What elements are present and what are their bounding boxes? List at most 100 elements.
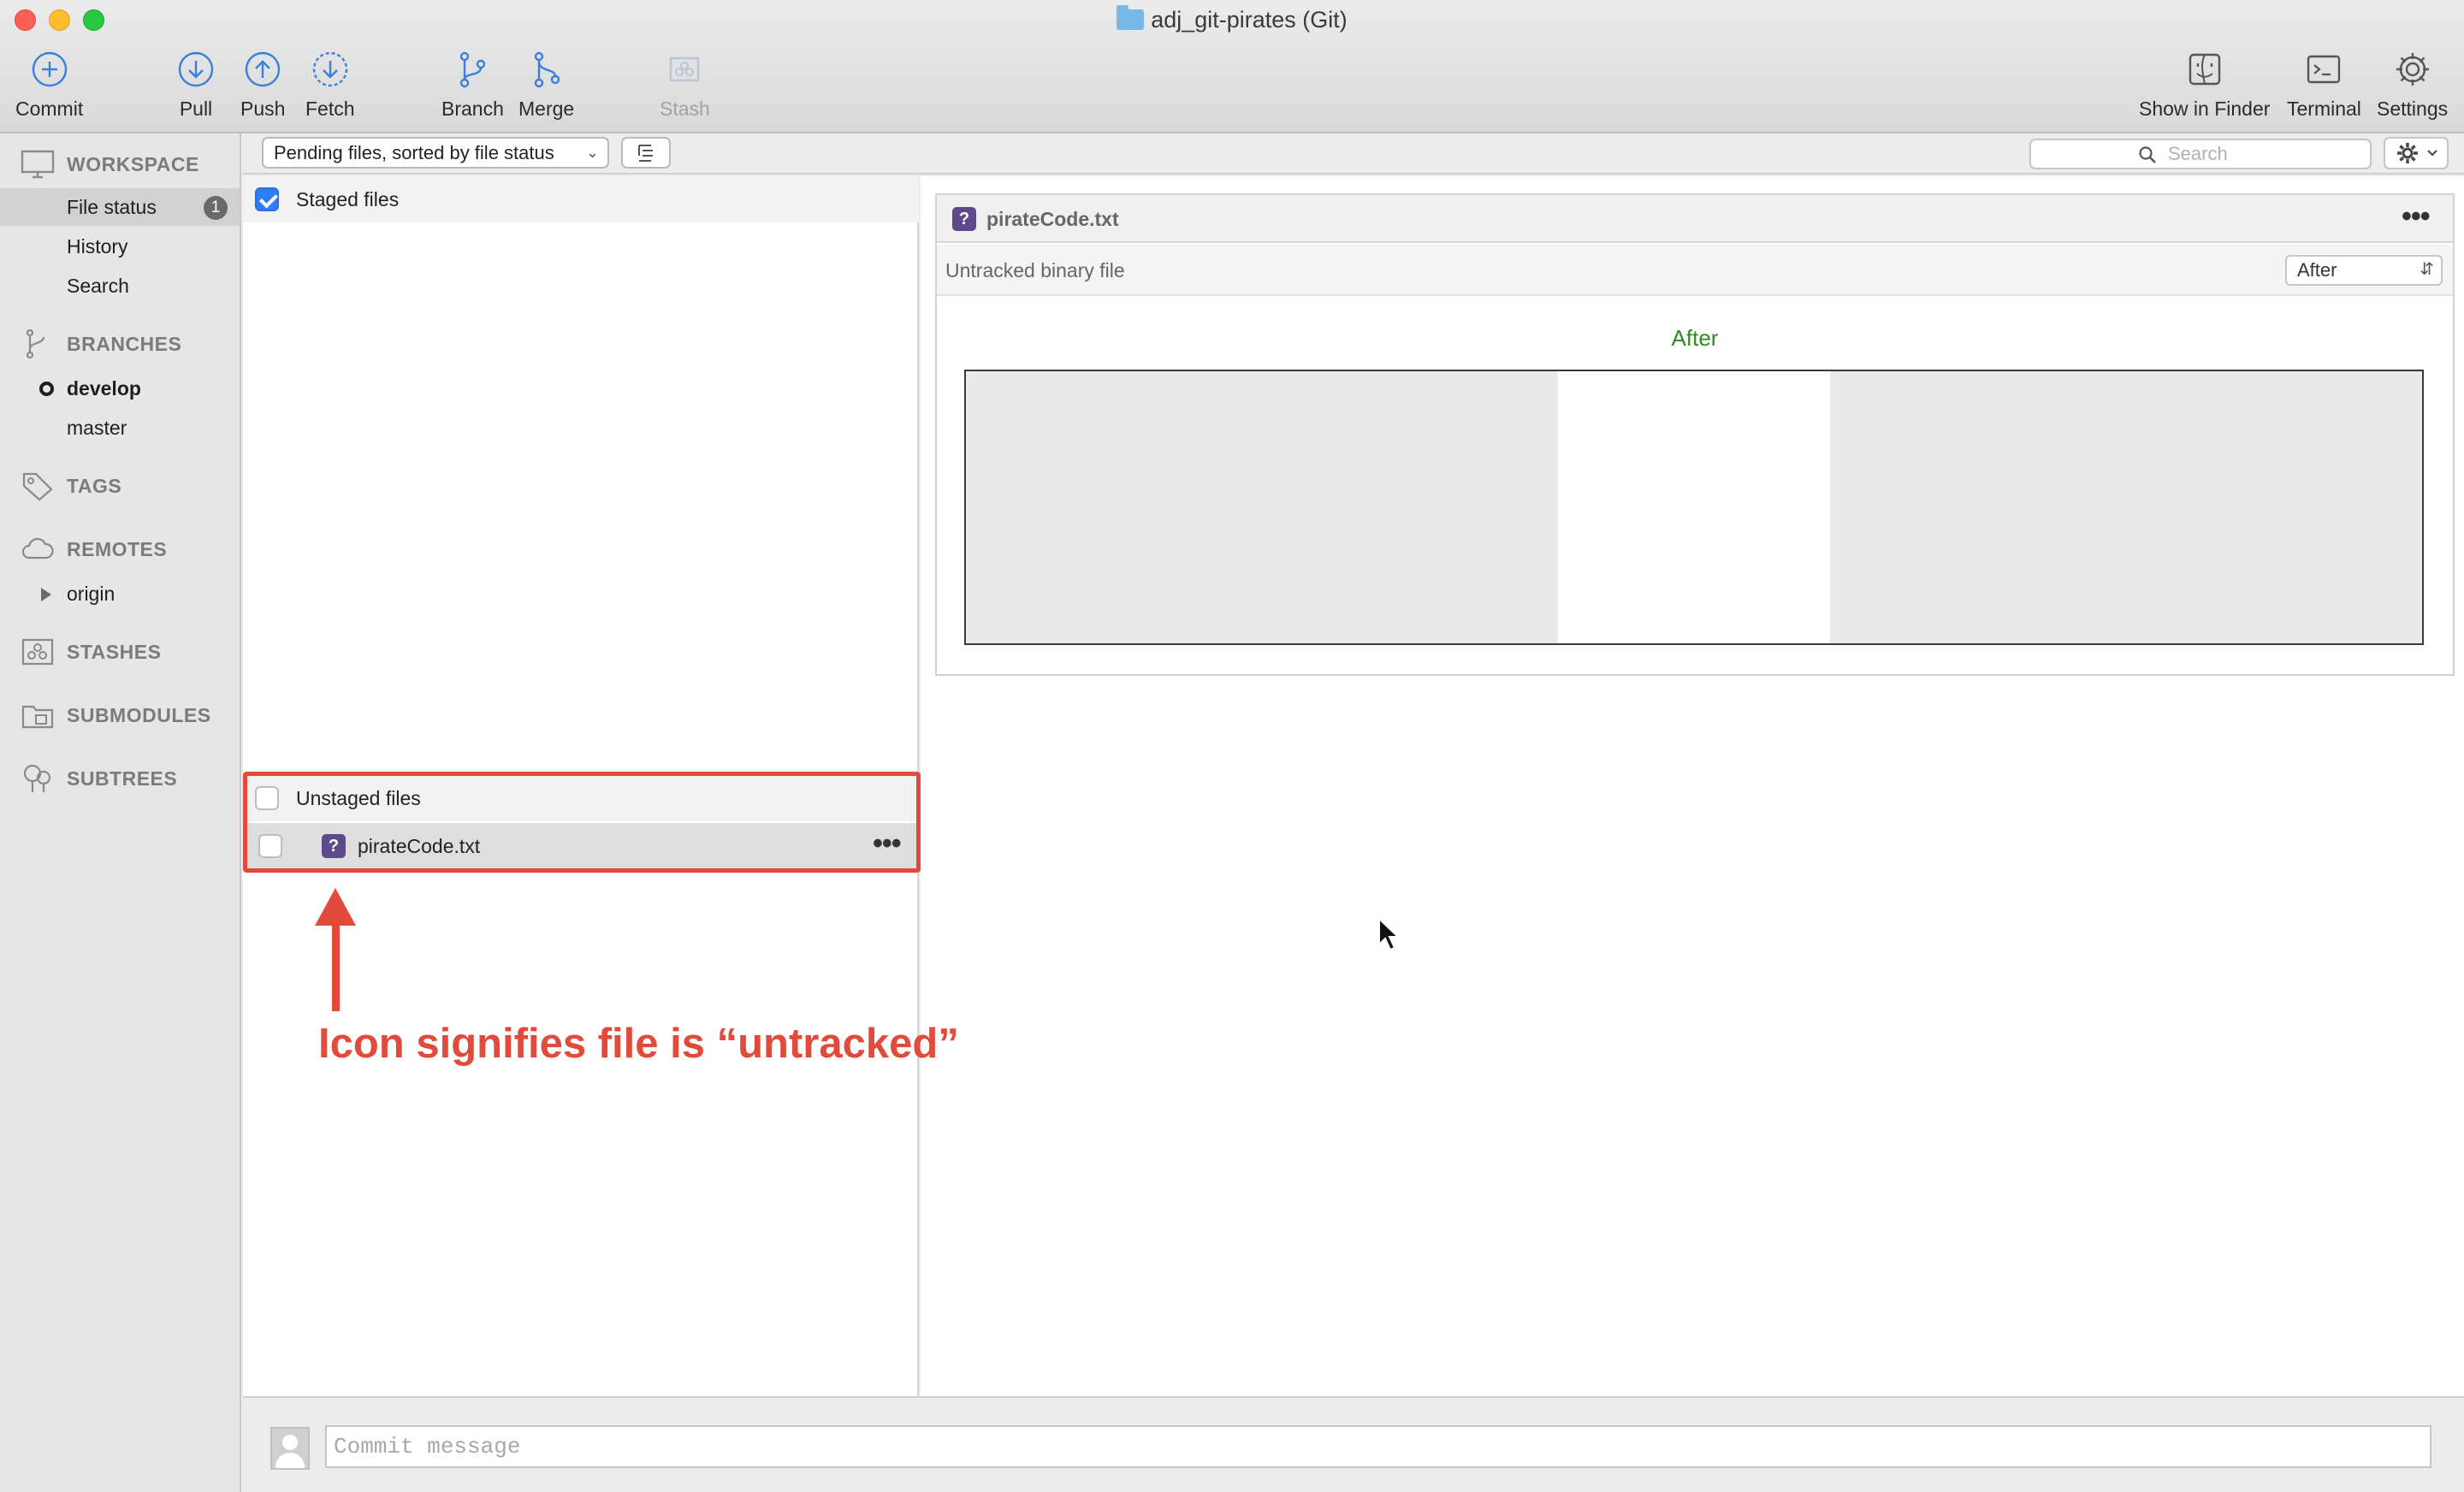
sidebar-item-label: Search bbox=[67, 275, 129, 297]
up-down-chevron-icon: ⇵ bbox=[2420, 260, 2434, 279]
version-select[interactable]: After ⇵ bbox=[2285, 255, 2443, 286]
sidebar-item-master[interactable]: master bbox=[0, 409, 240, 447]
chevron-down-icon: ⌄ bbox=[585, 144, 599, 161]
avatar bbox=[270, 1427, 310, 1470]
push-button[interactable]: Push bbox=[240, 50, 285, 121]
terminal-icon bbox=[2307, 55, 2341, 84]
sidebar-section-tags[interactable]: TAGS bbox=[21, 471, 121, 501]
window-title: adj_git-pirates (Git) bbox=[1151, 7, 1348, 33]
show-in-finder-button[interactable]: Show in Finder bbox=[2139, 50, 2270, 121]
unstaged-files-checkbox[interactable] bbox=[255, 786, 279, 810]
diff-header: ? pirateCode.txt ••• bbox=[937, 195, 2453, 243]
sidebar: WORKSPACE File status 1 History Search B… bbox=[0, 133, 241, 1492]
merge-icon bbox=[534, 51, 560, 88]
file-name: pirateCode.txt bbox=[358, 835, 481, 857]
submodules-header: SUBMODULES bbox=[67, 703, 211, 726]
staged-files-checkbox[interactable] bbox=[255, 187, 279, 211]
stashes-header: STASHES bbox=[67, 640, 162, 663]
commit-button[interactable]: Commit bbox=[15, 50, 83, 121]
mouse-cursor-icon bbox=[1378, 917, 1400, 951]
sidebar-item-label: History bbox=[67, 235, 128, 258]
push-arrow-up-icon bbox=[246, 51, 281, 87]
untracked-question-icon: ? bbox=[952, 207, 976, 231]
fetch-icon bbox=[312, 51, 347, 87]
branches-header: BRANCHES bbox=[67, 332, 182, 355]
diff-filename: pirateCode.txt bbox=[986, 208, 1119, 230]
preview-after-label: After bbox=[1671, 325, 1719, 351]
window-toolbar: adj_git-pirates (Git) Commit Pull Push F… bbox=[0, 0, 2464, 133]
sidebar-item-label: develop bbox=[67, 377, 141, 400]
sidebar-item-develop[interactable]: develop bbox=[0, 370, 240, 407]
staged-files-label: Staged files bbox=[296, 188, 400, 210]
annotation-text: Icon signifies file is “untracked” bbox=[318, 1021, 959, 1067]
sidebar-item-file-status[interactable]: File status 1 bbox=[0, 188, 240, 226]
sidebar-item-label: File status bbox=[67, 196, 157, 218]
sidebar-section-subtrees[interactable]: SUBTREES bbox=[21, 763, 177, 794]
list-item[interactable]: ? pirateCode.txt ••• bbox=[243, 823, 919, 869]
diff-more-actions-button[interactable]: ••• bbox=[2402, 200, 2431, 234]
sidebar-item-history[interactable]: History bbox=[0, 228, 240, 265]
merge-label: Merge bbox=[518, 98, 575, 120]
submodule-folder-icon bbox=[21, 705, 54, 729]
unstaged-files-header[interactable]: Unstaged files bbox=[243, 775, 919, 821]
tree-list-icon bbox=[638, 145, 653, 162]
sidebar-item-origin[interactable]: origin bbox=[0, 575, 240, 613]
unstaged-files-label: Unstaged files bbox=[296, 787, 421, 809]
view-mode-button[interactable] bbox=[621, 137, 671, 169]
pending-count-badge: 1 bbox=[204, 196, 228, 220]
stash-icon bbox=[670, 56, 700, 82]
binary-preview-image bbox=[964, 370, 2424, 645]
staged-files-header[interactable]: Staged files bbox=[243, 176, 919, 222]
pull-label: Pull bbox=[179, 98, 213, 120]
sidebar-item-label: master bbox=[67, 417, 127, 439]
sidebar-section-branches[interactable]: BRANCHES bbox=[21, 329, 181, 359]
branch-button[interactable]: Branch bbox=[441, 50, 504, 121]
fetch-label: Fetch bbox=[305, 98, 355, 120]
branch-label: Branch bbox=[441, 98, 504, 120]
search-input[interactable] bbox=[2168, 142, 2365, 166]
pull-button[interactable]: Pull bbox=[176, 50, 216, 121]
finder-icon bbox=[2189, 53, 2220, 86]
diff-subheader: Untracked binary file After ⇵ bbox=[937, 245, 2453, 296]
sidebar-section-workspace[interactable]: WORKSPACE bbox=[21, 149, 199, 180]
push-label: Push bbox=[240, 98, 286, 120]
merge-button[interactable]: Merge bbox=[518, 50, 574, 121]
sidebar-section-remotes[interactable]: REMOTES bbox=[21, 534, 167, 565]
branch-icon bbox=[460, 51, 486, 88]
tag-icon bbox=[22, 472, 53, 501]
show-in-finder-label: Show in Finder bbox=[2139, 98, 2271, 120]
branch-icon bbox=[26, 329, 45, 359]
file-diff-card: ? pirateCode.txt ••• Untracked binary fi… bbox=[935, 193, 2455, 676]
version-select-value: After bbox=[2297, 259, 2337, 281]
disclosure-triangle-icon[interactable] bbox=[41, 588, 51, 601]
remotes-header: REMOTES bbox=[67, 537, 168, 560]
fetch-button[interactable]: Fetch bbox=[305, 50, 355, 121]
tree-icon bbox=[23, 764, 51, 792]
sidebar-section-stashes[interactable]: STASHES bbox=[21, 636, 161, 667]
gear-icon bbox=[2396, 53, 2429, 86]
pull-arrow-down-icon bbox=[178, 51, 214, 87]
preview-image-gap bbox=[1558, 371, 1830, 643]
file-sort-select[interactable]: Pending files, sorted by file status ⌄ bbox=[262, 137, 609, 169]
cloud-icon bbox=[21, 537, 54, 560]
file-stage-checkbox[interactable] bbox=[258, 834, 282, 858]
gear-dropdown-icon bbox=[2397, 143, 2437, 163]
terminal-button[interactable]: Terminal bbox=[2287, 50, 2361, 121]
binary-file-description: Untracked binary file bbox=[945, 259, 1125, 281]
sidebar-item-label: origin bbox=[67, 583, 116, 605]
search-icon bbox=[2139, 146, 2156, 163]
settings-button[interactable]: Settings bbox=[2377, 50, 2448, 121]
file-sort-value: Pending files, sorted by file status bbox=[274, 142, 554, 163]
terminal-label: Terminal bbox=[2287, 98, 2361, 120]
folder-icon bbox=[1116, 5, 1145, 30]
diff-panel: ? pirateCode.txt ••• Untracked binary fi… bbox=[921, 176, 2464, 1396]
options-menu-button[interactable] bbox=[2384, 137, 2449, 169]
window-title-bar: adj_git-pirates (Git) bbox=[0, 5, 2464, 33]
more-actions-button[interactable]: ••• bbox=[873, 820, 902, 867]
sidebar-item-search[interactable]: Search bbox=[0, 267, 240, 305]
workspace-header: WORKSPACE bbox=[67, 152, 199, 175]
sidebar-section-submodules[interactable]: SUBMODULES bbox=[21, 700, 211, 731]
stash-button[interactable]: Stash bbox=[660, 50, 710, 121]
search-field[interactable] bbox=[2029, 139, 2372, 169]
commit-message-input[interactable] bbox=[325, 1425, 2431, 1468]
